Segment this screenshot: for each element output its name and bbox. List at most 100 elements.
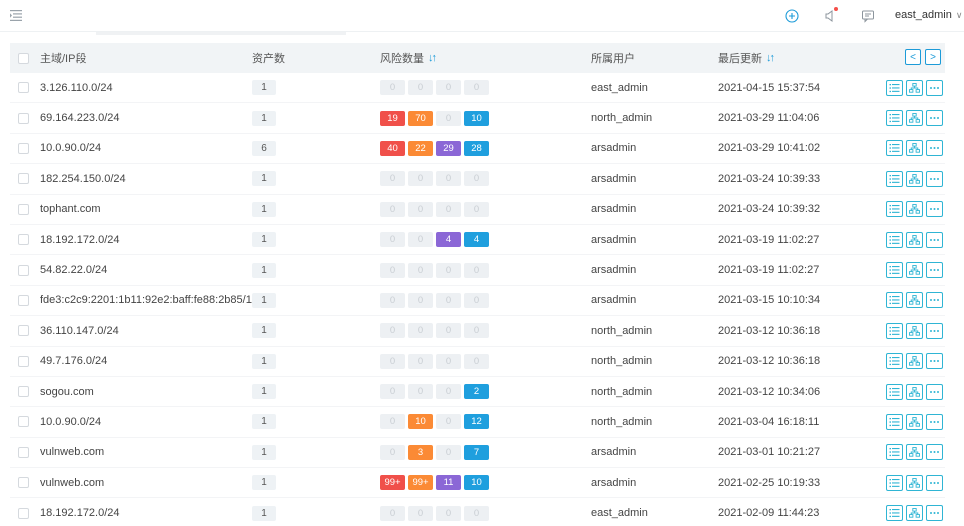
asset-count-badge[interactable]: 1: [252, 323, 276, 339]
medium-risk-count[interactable]: 10: [408, 414, 433, 430]
low-risk-count[interactable]: 0: [436, 505, 461, 521]
info-risk-count[interactable]: 0: [464, 201, 489, 217]
menu-toggle-icon[interactable]: [10, 10, 22, 21]
row-checkbox[interactable]: [18, 446, 29, 458]
high-risk-count[interactable]: 0: [380, 262, 405, 278]
high-risk-count[interactable]: 0: [380, 323, 405, 339]
list-icon[interactable]: [886, 353, 903, 370]
more-icon[interactable]: [926, 505, 943, 522]
medium-risk-count[interactable]: 0: [408, 171, 433, 187]
asset-count-badge[interactable]: 1: [252, 414, 276, 430]
row-checkbox[interactable]: [18, 355, 29, 367]
row-checkbox[interactable]: [18, 112, 29, 124]
medium-risk-count[interactable]: 3: [408, 444, 433, 460]
list-icon[interactable]: [886, 383, 903, 400]
more-icon[interactable]: [926, 413, 943, 430]
medium-risk-count[interactable]: 99+: [408, 475, 433, 491]
topology-icon[interactable]: [906, 140, 923, 157]
info-risk-count[interactable]: 0: [464, 80, 489, 96]
add-icon[interactable]: [784, 8, 800, 24]
host-name[interactable]: 69.164.223.0/24: [40, 112, 120, 124]
more-icon[interactable]: [926, 201, 943, 218]
medium-risk-count[interactable]: 0: [408, 292, 433, 308]
info-risk-count[interactable]: 0: [464, 505, 489, 521]
topology-icon[interactable]: [906, 79, 923, 96]
info-risk-count[interactable]: 0: [464, 171, 489, 187]
host-name[interactable]: vulnweb.com: [40, 477, 104, 489]
medium-risk-count[interactable]: 0: [408, 262, 433, 278]
info-risk-count[interactable]: 12: [464, 414, 489, 430]
topology-icon[interactable]: [906, 262, 923, 279]
more-icon[interactable]: [926, 170, 943, 187]
info-risk-count[interactable]: 0: [464, 262, 489, 278]
info-risk-count[interactable]: 0: [464, 292, 489, 308]
asset-count-badge[interactable]: 1: [252, 475, 276, 491]
list-icon[interactable]: [886, 322, 903, 339]
row-checkbox[interactable]: [18, 386, 29, 398]
topology-icon[interactable]: [906, 322, 923, 339]
host-name[interactable]: fde3:c2c9:2201:1b11:92e2:baff:fe88:2b85/…: [40, 294, 263, 306]
low-risk-count[interactable]: 11: [436, 475, 461, 491]
asset-count-badge[interactable]: 1: [252, 292, 276, 308]
low-risk-count[interactable]: 0: [436, 323, 461, 339]
host-name[interactable]: 10.0.90.0/24: [40, 142, 101, 154]
medium-risk-count[interactable]: 0: [408, 201, 433, 217]
topology-icon[interactable]: [906, 170, 923, 187]
medium-risk-count[interactable]: 0: [408, 232, 433, 248]
host-name[interactable]: 18.192.172.0/24: [40, 234, 120, 246]
info-risk-count[interactable]: 0: [464, 353, 489, 369]
host-name[interactable]: 3.126.110.0/24: [40, 82, 113, 94]
low-risk-count[interactable]: 4: [436, 232, 461, 248]
asset-count-badge[interactable]: 1: [252, 80, 276, 96]
high-risk-count[interactable]: 19: [380, 110, 405, 126]
asset-count-badge[interactable]: 1: [252, 505, 276, 521]
info-risk-count[interactable]: 4: [464, 232, 489, 248]
asset-count-badge[interactable]: 1: [252, 201, 276, 217]
low-risk-count[interactable]: 0: [436, 292, 461, 308]
more-icon[interactable]: [926, 474, 943, 491]
high-risk-count[interactable]: 0: [380, 505, 405, 521]
more-icon[interactable]: [926, 140, 943, 157]
topology-icon[interactable]: [906, 474, 923, 491]
low-risk-count[interactable]: 0: [436, 353, 461, 369]
topology-icon[interactable]: [906, 413, 923, 430]
high-risk-count[interactable]: 0: [380, 414, 405, 430]
low-risk-count[interactable]: 0: [436, 444, 461, 460]
low-risk-count[interactable]: 29: [436, 140, 461, 156]
host-name[interactable]: sogou.com: [40, 386, 94, 398]
info-risk-count[interactable]: 0: [464, 323, 489, 339]
host-name[interactable]: 49.7.176.0/24: [40, 355, 107, 367]
asset-count-badge[interactable]: 1: [252, 110, 276, 126]
sort-risk-icon[interactable]: ↓↑: [428, 52, 437, 64]
list-icon[interactable]: [886, 110, 903, 127]
asset-count-badge[interactable]: 1: [252, 262, 276, 278]
more-icon[interactable]: [926, 231, 943, 248]
host-name[interactable]: vulnweb.com: [40, 446, 104, 458]
info-risk-count[interactable]: 28: [464, 140, 489, 156]
topology-icon[interactable]: [906, 110, 923, 127]
medium-risk-count[interactable]: 70: [408, 110, 433, 126]
more-icon[interactable]: [926, 383, 943, 400]
user-menu[interactable]: east_admin ∨: [895, 9, 962, 21]
host-name[interactable]: 54.82.22.0/24: [40, 264, 107, 276]
medium-risk-count[interactable]: 0: [408, 384, 433, 400]
more-icon[interactable]: [926, 322, 943, 339]
pager-prev-button[interactable]: <: [905, 49, 921, 65]
low-risk-count[interactable]: 0: [436, 414, 461, 430]
high-risk-count[interactable]: 0: [380, 292, 405, 308]
high-risk-count[interactable]: 0: [380, 171, 405, 187]
row-checkbox[interactable]: [18, 477, 29, 489]
list-icon[interactable]: [886, 201, 903, 218]
high-risk-count[interactable]: 0: [380, 384, 405, 400]
asset-count-badge[interactable]: 1: [252, 384, 276, 400]
asset-count-badge[interactable]: 1: [252, 444, 276, 460]
info-risk-count[interactable]: 2: [464, 384, 489, 400]
topology-icon[interactable]: [906, 231, 923, 248]
asset-count-badge[interactable]: 1: [252, 232, 276, 248]
info-risk-count[interactable]: 10: [464, 110, 489, 126]
more-icon[interactable]: [926, 262, 943, 279]
low-risk-count[interactable]: 0: [436, 80, 461, 96]
high-risk-count[interactable]: 0: [380, 201, 405, 217]
list-icon[interactable]: [886, 505, 903, 522]
topology-icon[interactable]: [906, 505, 923, 522]
